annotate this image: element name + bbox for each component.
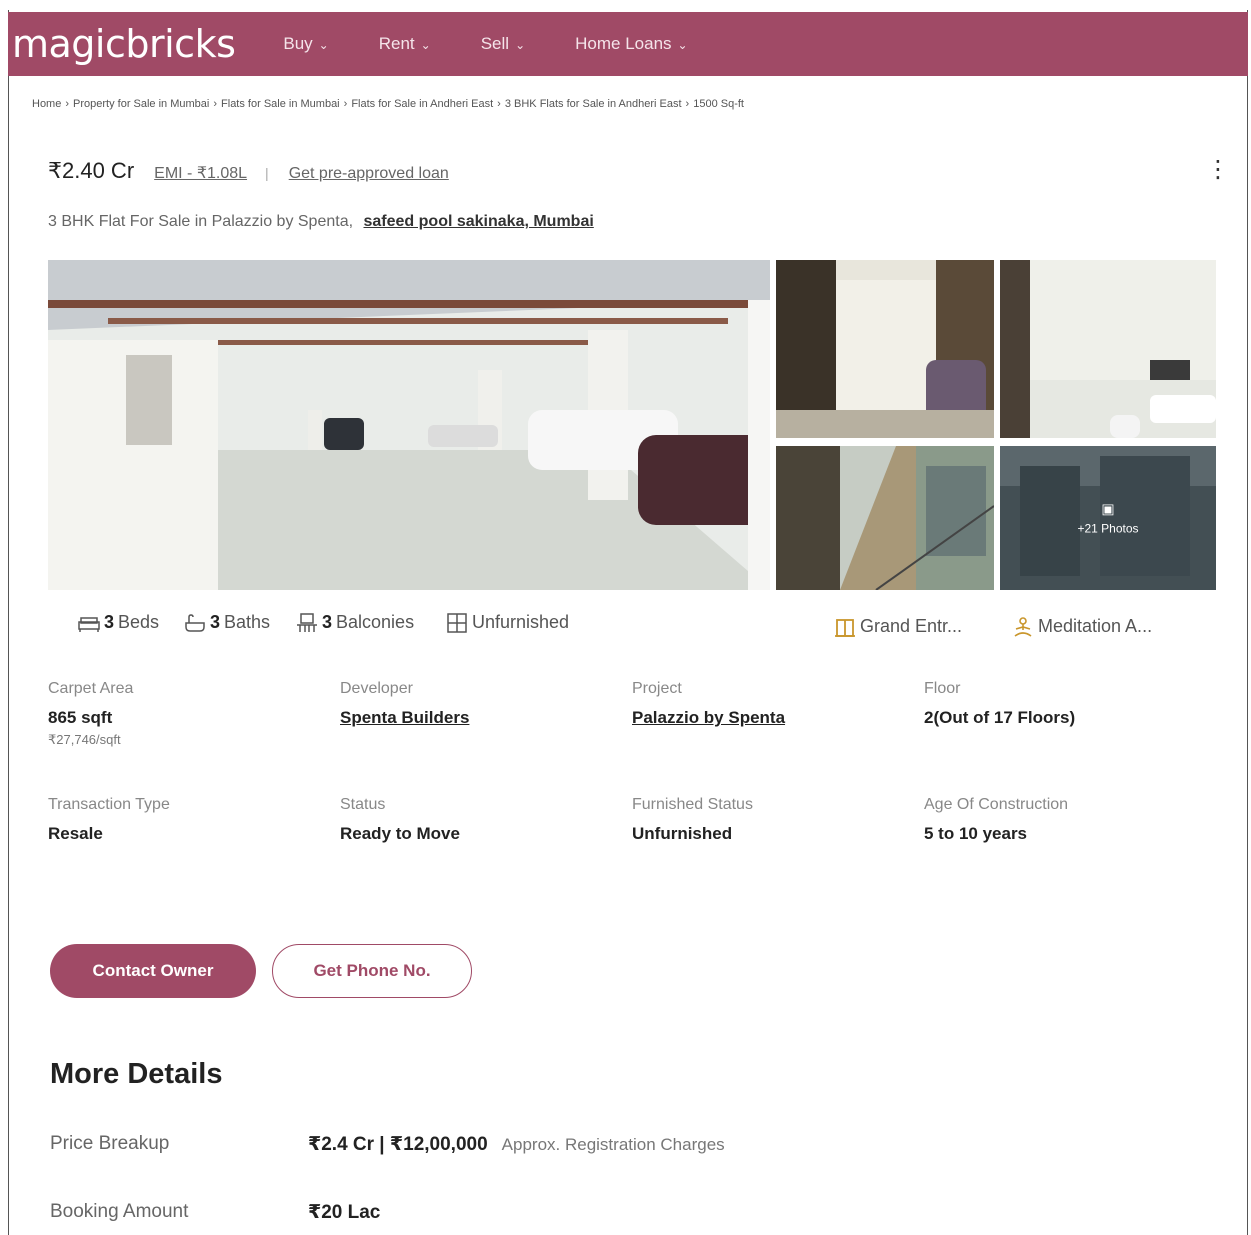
amenity-grand-entrance[interactable]: Grand Entr... (834, 616, 962, 637)
more-options-icon[interactable]: ⋮ (1206, 158, 1230, 182)
more-details-heading: More Details (50, 1058, 223, 1090)
age-cell: Age Of Construction 5 to 10 years (924, 796, 1068, 844)
breadcrumb-item[interactable]: 3 BHK Flats for Sale in Andheri East (505, 98, 682, 110)
amenity-label: Grand Entr... (860, 616, 963, 636)
photo-gallery: ▣ +21 Photos (48, 260, 1216, 594)
chevron-down-icon: ⌄ (420, 38, 431, 52)
transaction-type-label: Transaction Type (48, 796, 170, 813)
amenity-meditation[interactable]: Meditation A... (1012, 616, 1152, 637)
breadcrumb: Home › Property for Sale in Mumbai › Flats f… (32, 98, 744, 110)
floor-cell: Floor 2(Out of 17 Floors) (924, 680, 1075, 728)
furnished-status-cell: Furnished Status Unfurnished (632, 796, 753, 844)
nav-item-label: Buy (283, 34, 313, 53)
project-link[interactable]: Palazzio by Spenta (632, 708, 785, 728)
chevron-down-icon: ⌄ (318, 38, 329, 52)
registration-note: Approx. Registration Charges (501, 1135, 725, 1154)
breadcrumb-item[interactable]: Flats for Sale in Mumbai (221, 98, 340, 110)
breadcrumb-item-home[interactable]: Home (32, 98, 61, 110)
furnished-status-value: Unfurnished (632, 824, 733, 843)
feature-strip: 3 Beds 3 Baths 3 Balconies Unfurnished G… (48, 598, 1216, 650)
carpet-area-rate: ₹27,746/sqft (48, 732, 121, 747)
floor-value: 2(Out of 17 Floors) (924, 708, 1076, 727)
nav-item-sell[interactable]: Sell ⌄ (481, 34, 525, 54)
price-breakup-label: Price Breakup (50, 1133, 170, 1154)
get-phone-button[interactable]: Get Phone No. (272, 944, 472, 998)
nav-item-rent[interactable]: Rent ⌄ (379, 34, 431, 54)
developer-link[interactable]: Spenta Builders (340, 708, 469, 728)
furnishing-label: Unfurnished (472, 612, 570, 632)
beds-feature: 3 Beds (78, 612, 159, 633)
photo-thumbnail-view[interactable]: ▣ +21 Photos (1000, 446, 1216, 590)
nav-item-label: Home Loans (575, 34, 672, 53)
nav-item-label: Sell (480, 34, 510, 53)
contact-owner-button[interactable]: Contact Owner (50, 944, 256, 998)
listing-title: 3 BHK Flat For Sale in Palazzio by Spent… (48, 213, 594, 231)
floor-label: Floor (924, 680, 961, 697)
balconies-label: Balconies (336, 612, 415, 632)
developer-cell: Developer Spenta Builders (340, 680, 469, 728)
beds-count: 3 (104, 612, 115, 632)
carpet-area-label: Carpet Area (48, 680, 134, 697)
project-label: Project (632, 680, 682, 697)
booking-amount-value: ₹20 Lac (308, 1202, 381, 1223)
bed-icon (78, 616, 100, 632)
amenity-label: Meditation A... (1038, 616, 1153, 636)
furnishing-feature: Unfurnished (446, 612, 569, 633)
age-value: 5 to 10 years (924, 824, 1028, 843)
baths-label: Baths (224, 612, 271, 632)
brand-logo[interactable]: magicbricks (12, 22, 236, 66)
chevron-down-icon: ⌄ (515, 38, 526, 52)
baths-count: 3 (210, 612, 221, 632)
photo-thumbnail-balcony[interactable] (776, 446, 994, 590)
breadcrumb-item[interactable]: Flats for Sale in Andheri East (351, 98, 493, 110)
more-photos-overlay[interactable]: ▣ +21 Photos (1000, 501, 1216, 536)
window-icon (447, 612, 467, 633)
status-value: Ready to Move (340, 824, 460, 843)
transaction-type-cell: Transaction Type Resale (48, 796, 170, 844)
status-cell: Status Ready to Move (340, 796, 460, 844)
carpet-area-value: 865 sqft (48, 708, 113, 727)
chevron-down-icon: ⌄ (677, 38, 688, 52)
breadcrumb-item[interactable]: Property for Sale in Mumbai (73, 98, 209, 110)
camera-icon: ▣ (1101, 500, 1115, 517)
furnished-status-label: Furnished Status (632, 796, 753, 813)
breadcrumb-item-current: 1500 Sq-ft (693, 98, 744, 110)
divider: | (265, 165, 269, 181)
top-nav: magicbricks Buy ⌄ Rent ⌄ Sell ⌄ Home Loa… (8, 12, 1248, 76)
balconies-feature: 3 Balconies (296, 612, 414, 633)
booking-amount-label: Booking Amount (50, 1201, 189, 1222)
transaction-type-value: Resale (48, 824, 103, 843)
main-photo-parking[interactable] (48, 260, 770, 590)
age-label: Age Of Construction (924, 796, 1069, 813)
balconies-count: 3 (322, 612, 333, 632)
photo-thumbnail-bathroom[interactable] (1000, 260, 1216, 438)
carpet-area-cell: Carpet Area 865 sqft ₹27,746/sqft (48, 680, 133, 748)
price-bar: ₹2.40 Cr EMI - ₹1.08L | Get pre-approved… (48, 158, 449, 184)
price-breakup-amount: ₹2.4 Cr | ₹12,00,000 (308, 1134, 488, 1155)
pre-approved-loan-link[interactable]: Get pre-approved loan (289, 165, 449, 183)
project-cell: Project Palazzio by Spenta (632, 680, 785, 728)
bathtub-icon (185, 613, 205, 632)
baths-feature: 3 Baths (184, 612, 270, 633)
listing-price: ₹2.40 Cr (48, 158, 135, 183)
location-link[interactable]: safeed pool sakinaka, Mumbai (364, 213, 594, 230)
entrance-icon (835, 618, 855, 637)
emi-link[interactable]: EMI - ₹1.08L (154, 163, 247, 183)
nav-item-label: Rent (378, 34, 415, 53)
nav-item-buy[interactable]: Buy ⌄ (283, 34, 328, 54)
photo-thumbnail-room[interactable] (776, 260, 994, 438)
meditation-icon (1014, 616, 1032, 637)
developer-label: Developer (340, 680, 413, 697)
more-photos-label: +21 Photos (1077, 521, 1139, 536)
status-label: Status (340, 796, 386, 813)
nav-item-home-loans[interactable]: Home Loans ⌄ (575, 34, 687, 54)
beds-label: Beds (118, 612, 160, 632)
listing-title-text: 3 BHK Flat For Sale in Palazzio by Spent… (48, 213, 354, 230)
balcony-icon (297, 612, 317, 632)
price-breakup-value: ₹2.4 Cr | ₹12,00,000 Approx. Registration… (308, 1133, 725, 1156)
nav-menu: Buy ⌄ Rent ⌄ Sell ⌄ Home Loans ⌄ (283, 34, 737, 54)
